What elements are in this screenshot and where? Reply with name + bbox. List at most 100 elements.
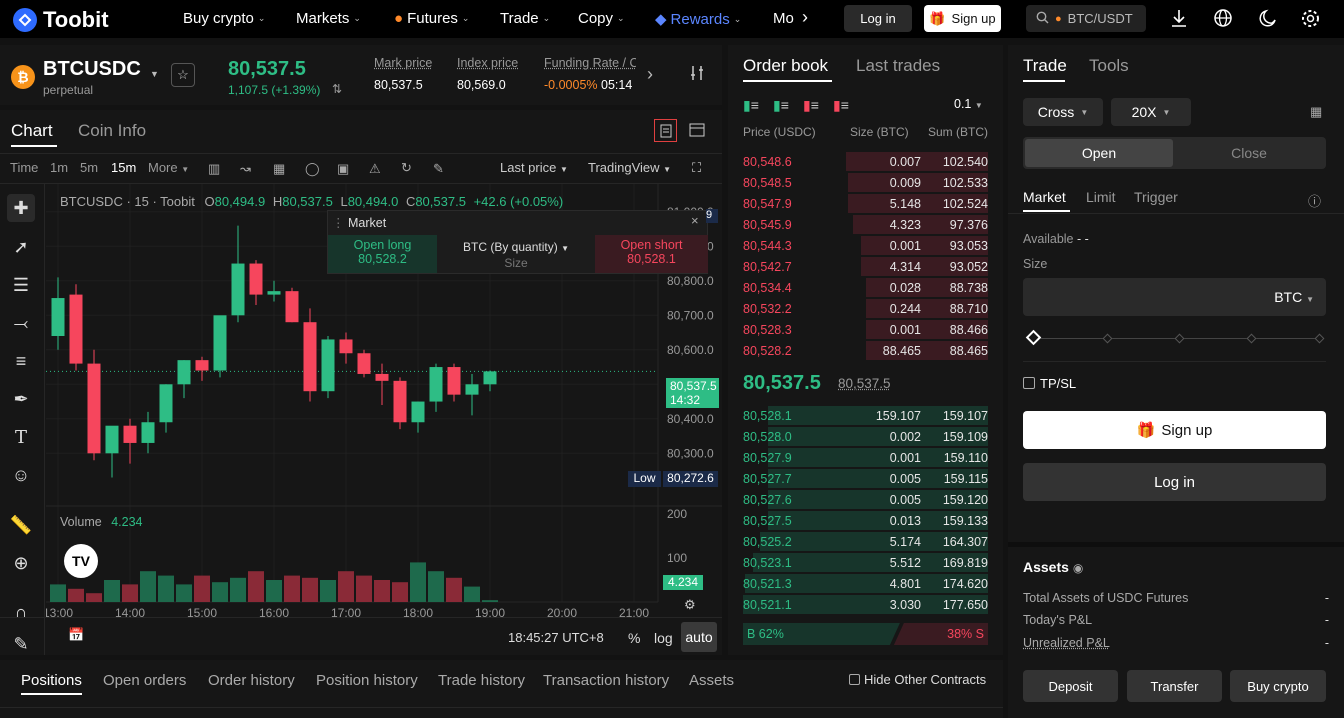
bid-row[interactable]: 80,527.6 0.005 159.120 [728, 489, 1003, 510]
swap-icon[interactable]: ⇅ [332, 82, 342, 96]
bid-row[interactable]: 80,527.7 0.005 159.115 [728, 468, 1003, 489]
ask-row[interactable]: 80,542.7 4.314 93.052 [728, 256, 1003, 277]
text-icon[interactable]: T [7, 423, 35, 451]
view-compact-icon[interactable]: ▮≡ [833, 97, 849, 114]
ask-row[interactable]: 80,528.2 88.465 88.465 [728, 340, 1003, 361]
close-icon[interactable]: × [691, 213, 699, 228]
open-button[interactable]: Open [1025, 139, 1173, 167]
tradingview-logo-icon[interactable]: TV [64, 544, 98, 578]
tab-chart[interactable]: Chart [11, 121, 53, 141]
order-type-market[interactable]: Market [1023, 189, 1066, 205]
bid-row[interactable]: 80,528.0 0.002 159.109 [728, 426, 1003, 447]
edit-icon[interactable]: ✎ [433, 161, 444, 177]
interval-more[interactable]: More ▼ [148, 160, 189, 175]
bid-row[interactable]: 80,528.1 159.107 159.107 [728, 405, 1003, 426]
replay-icon[interactable]: ↻ [401, 160, 412, 176]
template-icon[interactable]: ▣ [337, 161, 349, 177]
tab-coin-info[interactable]: Coin Info [78, 121, 146, 141]
candle-type-icon[interactable]: ▥ [208, 161, 220, 177]
size-input[interactable]: BTC ▼ [1023, 278, 1326, 316]
ask-row[interactable]: 80,528.3 0.001 88.466 [728, 319, 1003, 340]
alert-icon[interactable]: ⚠ [369, 161, 381, 177]
deposit-button[interactable]: Deposit [1023, 670, 1118, 702]
interval-5m[interactable]: 5m [80, 160, 98, 175]
precision-select[interactable]: 0.1 ▼ [954, 97, 983, 111]
bid-row[interactable]: 80,527.5 0.013 159.133 [728, 510, 1003, 531]
login-button[interactable]: Log in [1023, 463, 1326, 501]
dark-mode-icon[interactable] [1258, 8, 1278, 28]
bid-row[interactable]: 80,527.9 0.001 159.110 [728, 447, 1003, 468]
view-both-icon[interactable]: ▮≡ [743, 97, 759, 114]
ruler-icon[interactable]: 📏 [7, 511, 35, 539]
nav-buy-crypto[interactable]: Buy crypto ⌄ [183, 10, 265, 27]
chevron-right-icon[interactable]: › [802, 7, 808, 28]
tab-order-history[interactable]: Order history [208, 672, 295, 689]
ask-row[interactable]: 80,532.2 0.244 88.710 [728, 298, 1003, 319]
ask-row[interactable]: 80,548.5 0.009 102.533 [728, 172, 1003, 193]
transfer-button[interactable]: Transfer [1127, 670, 1222, 702]
buy-crypto-button[interactable]: Buy crypto [1230, 670, 1326, 702]
chevron-down-icon[interactable]: ▼ [150, 69, 159, 79]
nav-trade[interactable]: Trade ⌄ [500, 10, 550, 27]
tab-trade[interactable]: Trade [1023, 56, 1067, 76]
compare-icon[interactable]: ◯ [305, 161, 320, 177]
tab-order-book[interactable]: Order book [743, 56, 828, 76]
search-input[interactable]: ● BTC/USDT [1026, 5, 1146, 32]
tradingview-select[interactable]: TradingView ▼ [588, 160, 671, 175]
hide-contracts-checkbox[interactable] [849, 674, 860, 685]
chevron-right-icon[interactable]: › [647, 64, 653, 85]
nav-rewards[interactable]: ◆ Rewards ⌄ [655, 10, 741, 29]
emoji-icon[interactable]: ☺ [7, 461, 35, 489]
tab-transaction-history[interactable]: Transaction history [543, 672, 669, 689]
interval-15m[interactable]: 15m [111, 160, 136, 175]
tab-trade-history[interactable]: Trade history [438, 672, 525, 689]
view-bids-icon[interactable]: ▮≡ [773, 97, 789, 114]
bid-row[interactable]: 80,521.1 3.030 177.650 [728, 594, 1003, 615]
info-icon[interactable]: ⓘ [1308, 191, 1321, 210]
bid-row[interactable]: 80,523.1 5.512 169.819 [728, 552, 1003, 573]
tpsl-checkbox[interactable] [1023, 377, 1035, 389]
log-toggle[interactable]: log [654, 630, 673, 646]
tab-tools[interactable]: Tools [1089, 56, 1129, 76]
percent-toggle[interactable]: % [628, 630, 640, 646]
pencil-icon[interactable]: ✎ [7, 634, 35, 654]
drag-handle-icon[interactable]: ⋮ [332, 216, 345, 230]
globe-icon[interactable] [1213, 8, 1233, 28]
crosshair-icon[interactable]: ✚ [7, 194, 35, 222]
ask-row[interactable]: 80,545.9 4.323 97.376 [728, 214, 1003, 235]
eye-icon[interactable]: ◉ [1073, 561, 1083, 575]
layout-settings-icon[interactable] [689, 65, 705, 84]
signup-button[interactable]: 🎁 Sign up [1023, 411, 1326, 449]
indicator-icon[interactable]: ↝ [240, 161, 251, 177]
size-slider-handle[interactable] [1025, 329, 1042, 346]
settings-gear-icon[interactable] [1300, 8, 1321, 29]
view-asks-icon[interactable]: ▮≡ [803, 97, 819, 114]
favorite-star-icon[interactable]: ☆ [171, 63, 195, 87]
fullscreen-icon[interactable]: ⛶ [692, 160, 701, 176]
order-panel-icon[interactable] [654, 119, 677, 142]
brush-icon[interactable]: ✒ [7, 385, 35, 413]
fib-icon[interactable]: ≡ [7, 347, 35, 375]
ask-row[interactable]: 80,548.6 0.007 102.540 [728, 151, 1003, 172]
trend-line-icon[interactable]: ➚ [7, 233, 35, 261]
tab-position-history[interactable]: Position history [316, 672, 418, 689]
signup-button[interactable]: 🎁 Sign up [924, 5, 1001, 32]
last-price-select[interactable]: Last price ▼ [500, 160, 568, 175]
layout-grid-icon[interactable]: ▦ [273, 161, 285, 177]
margin-mode-select[interactable]: Cross ▼ [1023, 98, 1103, 126]
open-short-button[interactable]: Open short 80,528.1 [595, 235, 708, 273]
auto-toggle[interactable]: auto [681, 622, 717, 652]
login-button[interactable]: Log in [844, 5, 912, 32]
download-icon[interactable] [1170, 8, 1188, 28]
ask-row[interactable]: 80,544.3 0.001 93.053 [728, 235, 1003, 256]
brand-logo[interactable]: Toobit [13, 7, 109, 33]
tab-last-trades[interactable]: Last trades [856, 56, 940, 76]
bid-row[interactable]: 80,521.3 4.801 174.620 [728, 573, 1003, 594]
bid-row[interactable]: 80,525.2 5.174 164.307 [728, 531, 1003, 552]
ask-row[interactable]: 80,534.4 0.028 88.738 [728, 277, 1003, 298]
tab-assets[interactable]: Assets [689, 672, 734, 689]
window-icon[interactable] [689, 123, 705, 140]
horizontal-lines-icon[interactable]: ☰ [7, 271, 35, 299]
close-button[interactable]: Close [1175, 139, 1323, 167]
ask-row[interactable]: 80,547.9 5.148 102.524 [728, 193, 1003, 214]
